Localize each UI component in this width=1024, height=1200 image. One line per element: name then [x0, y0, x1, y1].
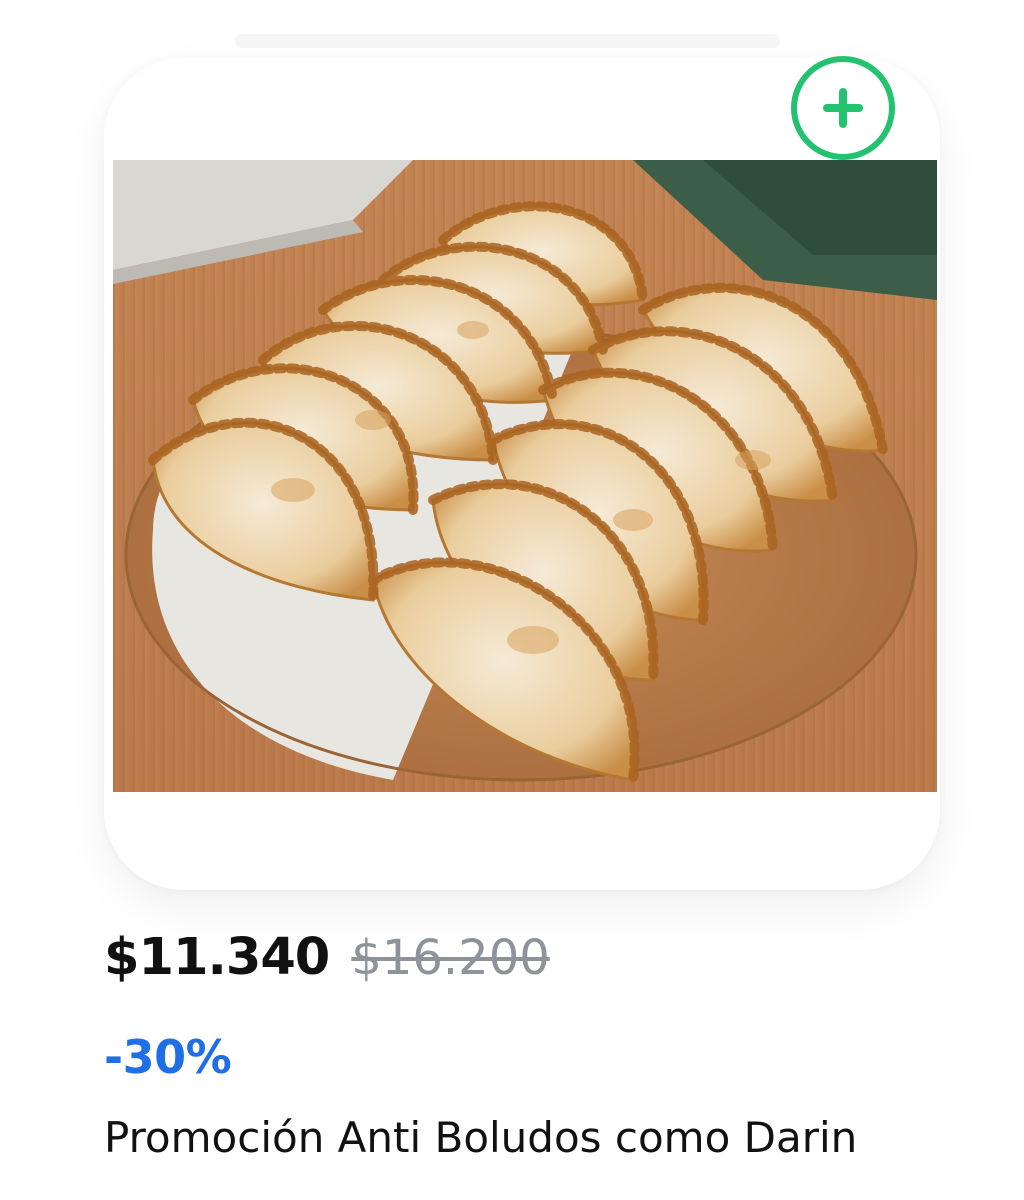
product-name: Promoción Anti Boludos como Darin: [104, 1113, 858, 1162]
product-image[interactable]: [113, 160, 937, 792]
faded-top-bar: [235, 34, 780, 48]
add-to-cart-button[interactable]: [791, 56, 941, 160]
original-price: $16.200: [351, 930, 550, 986]
price-row: $11.340 $16.200: [104, 928, 550, 992]
product-card-screen: $11.340 $16.200 -30% Promoción Anti Bolu…: [0, 0, 1024, 1200]
plus-icon: [823, 88, 863, 128]
discount-badge: -30%: [104, 1030, 232, 1084]
current-price: $11.340: [104, 928, 330, 987]
add-button-circle[interactable]: [791, 56, 895, 160]
